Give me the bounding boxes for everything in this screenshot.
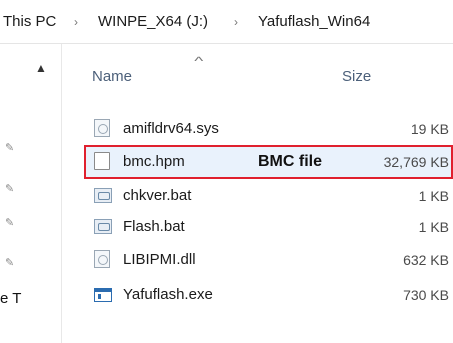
breadcrumb: This PC › WINPE_X64 (J:) › Yafuflash_Win… <box>0 0 453 44</box>
file-name: amifldrv64.sys <box>123 120 219 137</box>
file-row[interactable]: Flash.bat 1 KB <box>84 215 453 239</box>
generic-file-icon <box>94 152 110 170</box>
breadcrumb-item-drive[interactable]: WINPE_X64 (J:) <box>98 0 208 43</box>
sort-ascending-icon: ^ <box>194 54 204 68</box>
file-name: chkver.bat <box>123 187 192 204</box>
scroll-up-arrow-icon[interactable]: ▲ <box>35 61 47 75</box>
breadcrumb-item-this-pc[interactable]: This PC <box>3 0 56 43</box>
annotation-label: BMC file <box>258 153 322 170</box>
application-icon <box>94 288 112 302</box>
file-name: Yafuflash.exe <box>123 286 213 303</box>
batch-file-icon <box>94 219 112 234</box>
file-row[interactable]: chkver.bat 1 KB <box>84 184 453 208</box>
file-size: 1 KB <box>418 219 449 235</box>
system-file-icon <box>94 119 110 137</box>
pin-icon[interactable]: ✎ <box>5 256 17 269</box>
file-row[interactable]: Yafuflash.exe 730 KB <box>84 283 453 307</box>
breadcrumb-separator-icon[interactable]: › <box>234 0 238 43</box>
pin-icon[interactable]: ✎ <box>5 141 17 154</box>
breadcrumb-separator-icon[interactable]: › <box>74 0 78 43</box>
batch-file-icon <box>94 188 112 203</box>
file-name: LIBIPMI.dll <box>123 251 196 268</box>
file-name: bmc.hpm <box>123 153 185 170</box>
file-size: 32,769 KB <box>383 154 449 170</box>
nav-item-partial-label[interactable]: e T <box>0 290 21 307</box>
file-size: 1 KB <box>418 188 449 204</box>
file-name: Flash.bat <box>123 218 185 235</box>
pin-icon[interactable]: ✎ <box>5 182 17 195</box>
column-header-size[interactable]: Size <box>342 68 371 98</box>
file-size: 632 KB <box>403 252 449 268</box>
column-header-name[interactable]: Name <box>92 68 132 98</box>
file-row[interactable]: amifldrv64.sys 19 KB <box>84 117 453 141</box>
pin-icon[interactable]: ✎ <box>5 216 17 229</box>
breadcrumb-item-folder[interactable]: Yafuflash_Win64 <box>258 0 370 43</box>
system-file-icon <box>94 250 110 268</box>
file-size: 19 KB <box>410 121 449 137</box>
file-size: 730 KB <box>403 287 449 303</box>
file-row[interactable]: LIBIPMI.dll 632 KB <box>84 248 453 272</box>
navigation-pane: ▲ ✎ ✎ ✎ ✎ e T <box>0 44 62 343</box>
